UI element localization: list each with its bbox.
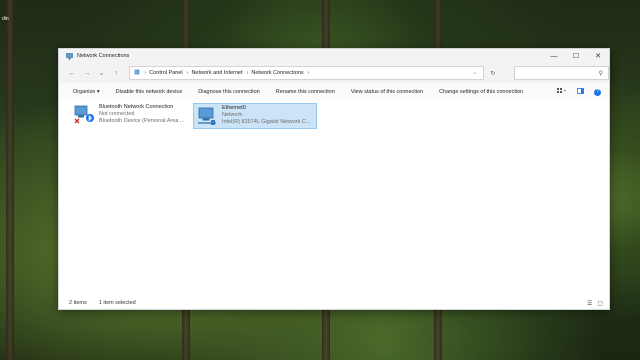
breadcrumb-separator: › bbox=[246, 70, 249, 76]
close-button[interactable]: ✕ bbox=[587, 49, 609, 63]
search-icon: ⚲ bbox=[598, 70, 604, 77]
network-connections-window: Network Connections — ☐ ✕ ← → ⌄ ↑ › Cont… bbox=[58, 48, 610, 310]
connection-name: Bluetooth Network Connection bbox=[99, 104, 174, 110]
connection-status: Network bbox=[222, 112, 243, 118]
title-bar[interactable]: Network Connections — ☐ ✕ bbox=[59, 49, 609, 63]
organize-button[interactable]: Organize ▾ bbox=[65, 89, 108, 95]
view-status-button[interactable]: View status of this connection bbox=[343, 89, 431, 95]
minimize-button[interactable]: — bbox=[543, 49, 565, 63]
recent-locations-button[interactable]: ⌄ bbox=[94, 69, 109, 77]
status-bar: 2 items 1 item selected ☰ ▢ bbox=[59, 297, 609, 309]
connections-list: Bluetooth Network Connection Not connect… bbox=[59, 101, 609, 297]
preview-pane-icon[interactable] bbox=[577, 88, 584, 96]
back-button[interactable]: ← bbox=[65, 70, 80, 77]
ethernet-network-icon bbox=[196, 105, 218, 127]
chevron-down-icon: ▾ bbox=[96, 89, 100, 95]
breadcrumb-network-connections[interactable]: Network Connections bbox=[251, 70, 303, 76]
up-button[interactable]: ↑ bbox=[109, 70, 124, 77]
refresh-button[interactable]: ↻ bbox=[484, 70, 502, 77]
command-bar: Organize ▾ Disable this network device D… bbox=[59, 83, 609, 102]
search-input[interactable]: ⚲ bbox=[513, 66, 610, 80]
change-settings-button[interactable]: Change settings of this connection bbox=[431, 89, 531, 95]
desktop-label: din bbox=[2, 16, 9, 22]
breadcrumb-control-panel[interactable]: Control Panel bbox=[149, 70, 182, 76]
details-view-icon[interactable]: ☰ bbox=[587, 300, 592, 307]
rename-connection-button[interactable]: Rename this connection bbox=[268, 89, 343, 95]
large-icons-view-icon[interactable]: ▢ bbox=[597, 300, 603, 307]
breadcrumb-network-and-internet[interactable]: Network and Internet bbox=[191, 70, 242, 76]
help-icon[interactable]: ? bbox=[594, 88, 601, 96]
connection-item-bluetooth[interactable]: Bluetooth Network Connection Not connect… bbox=[71, 103, 193, 127]
network-icon bbox=[66, 52, 73, 60]
navigation-bar: ← → ⌄ ↑ › Control Panel › Network and In… bbox=[59, 63, 610, 83]
address-bar[interactable]: › Control Panel › Network and Internet ›… bbox=[129, 66, 484, 80]
bluetooth-network-icon bbox=[73, 104, 95, 126]
connection-name: Ethernet0 bbox=[222, 105, 246, 111]
diagnose-connection-button[interactable]: Diagnose this connection bbox=[190, 89, 267, 95]
address-dropdown-button[interactable]: ⌄ bbox=[472, 70, 477, 76]
control-panel-icon bbox=[134, 69, 140, 77]
breadcrumb-separator: › bbox=[186, 70, 189, 76]
maximize-button[interactable]: ☐ bbox=[565, 49, 587, 63]
connection-device: Bluetooth Device (Personal Area ... bbox=[99, 118, 185, 124]
breadcrumb-separator: › bbox=[144, 70, 147, 76]
forward-button[interactable]: → bbox=[80, 70, 95, 77]
connection-item-ethernet0[interactable]: Ethernet0 Network Intel(R) 82574L Gigabi… bbox=[193, 103, 317, 129]
item-count: 2 items bbox=[69, 300, 87, 306]
breadcrumb-separator: › bbox=[307, 70, 310, 76]
selection-count: 1 item selected bbox=[98, 300, 136, 306]
view-options-icon[interactable] bbox=[557, 88, 567, 96]
wallpaper-tree bbox=[6, 0, 14, 360]
window-title: Network Connections bbox=[77, 53, 130, 59]
connection-status: Not connected bbox=[99, 111, 135, 117]
disable-device-button[interactable]: Disable this network device bbox=[108, 89, 191, 95]
connection-device: Intel(R) 82574L Gigabit Network C... bbox=[222, 119, 311, 125]
